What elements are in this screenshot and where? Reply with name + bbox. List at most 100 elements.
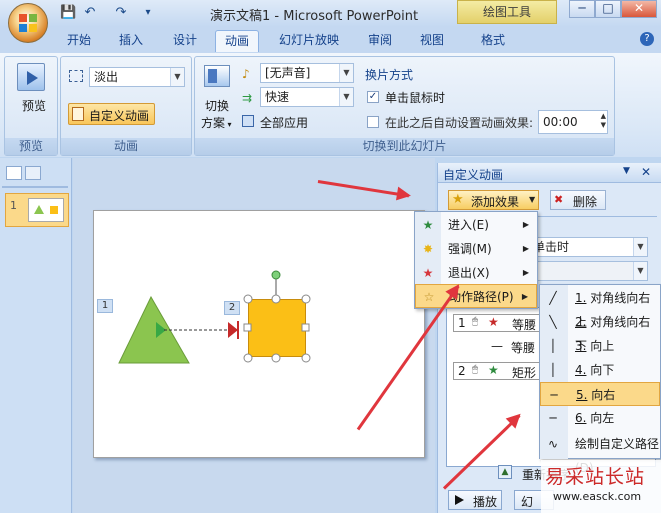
slide-thumbnail[interactable]: 1 [5, 193, 69, 227]
tab-insert[interactable]: 插入 [110, 30, 152, 52]
animation-effect-select[interactable]: 淡出 ▼ [89, 67, 185, 87]
sound-select[interactable]: [无声音] ▼ [260, 63, 354, 83]
auto-advance-checkbox[interactable] [367, 116, 379, 128]
tab-animation[interactable]: 动画 [215, 30, 260, 52]
chevron-down-icon: ▼ [529, 195, 536, 204]
pane-close-icon[interactable]: ✕ [641, 165, 651, 179]
redo-icon[interactable]: ↷ [113, 5, 129, 21]
group-transition: 切换 方案 ▾ ♪ [无声音] ▼ ⇉ 快速 ▼ 全部应用 换片方式 ✓ 单击鼠标时… [194, 56, 615, 156]
preview-button[interactable]: 预览 [22, 97, 46, 114]
motion-path-icon[interactable] [150, 319, 250, 341]
tab-view[interactable]: 视图 [411, 30, 453, 52]
entrance-star-icon: ★ [422, 218, 434, 232]
exit-star-icon: ★ [488, 315, 499, 329]
menu-item-up[interactable]: │ 3. 向上 [540, 334, 660, 358]
menu-item-right[interactable]: ─ 5. 向右 [540, 382, 660, 406]
add-effect-star-icon: ★ [452, 192, 464, 207]
save-icon[interactable]: 💾 [60, 5, 76, 21]
on-click-label: 单击鼠标时 [385, 91, 446, 105]
slide-canvas[interactable]: 1 2 [93, 210, 425, 458]
remove-label: 删除 [573, 195, 598, 209]
menu-item-diag-down-right[interactable]: ╲ 2. 对角线向右下 [540, 310, 660, 353]
tab-format[interactable]: 格式 [472, 30, 514, 52]
transition-scheme-button[interactable]: 方案 ▾ [201, 114, 232, 131]
preview-icon [17, 63, 45, 91]
emphasis-star-icon: ✸ [422, 242, 434, 256]
custom-animation-label: 自定义动画 [89, 109, 150, 123]
pane-title: 自定义动画 [443, 168, 504, 182]
submenu-arrow-icon: ▶ [522, 268, 529, 277]
thumb-triangle-icon [34, 205, 44, 214]
chevron-down-icon: ▼ [633, 238, 647, 256]
pane-menu-icon[interactable]: ▼ [623, 166, 630, 176]
menu-item-down[interactable]: │ 4. 向下 [540, 358, 660, 382]
undo-icon[interactable]: ↶ [82, 5, 98, 21]
selection-handles[interactable] [240, 269, 316, 365]
start-select[interactable]: 单击时 ▼ [528, 237, 648, 257]
diagonal-down-right-icon: ╲ [549, 315, 557, 329]
remove-button[interactable]: ✖ 删除 [550, 190, 606, 210]
submenu-arrow-icon: ▶ [522, 220, 529, 229]
mouse-icon: 🖱 [472, 364, 478, 375]
play-label: 播放 [473, 495, 498, 509]
office-logo-icon [19, 14, 37, 32]
line-right-icon: ─ [550, 388, 558, 402]
auto-advance-label: 在此之后自动设置动画效果: [385, 116, 534, 130]
window-title: 演示文稿1 - Microsoft PowerPoint [210, 9, 419, 24]
watermark: 易采站长站 www.easck.com [541, 460, 661, 513]
transition-scheme-icon [204, 65, 230, 87]
tab-slideshow[interactable]: 幻灯片放映 [270, 30, 348, 52]
menu-item-left[interactable]: ─ 6. 向左 [540, 406, 660, 430]
exit-star-icon: ★ [422, 266, 434, 280]
chevron-down-icon: ▼ [339, 88, 353, 106]
watermark-text: 易采站长站 [545, 466, 646, 488]
speed-icon: ⇉ [242, 91, 253, 105]
menu-item-diag-up-right[interactable]: ╱ 1. 对角线向右上 [540, 286, 660, 329]
list-item[interactable]: 2 🖱 ★ 矩形 [453, 362, 553, 380]
animation-tag-2: 2 [224, 301, 240, 315]
add-effect-button[interactable]: ★ 添加效果 ▼ [448, 190, 539, 210]
group-label-preview: 预览 [5, 138, 57, 155]
group-label-animation: 动画 [61, 138, 191, 155]
menu-item-exit[interactable]: ★ 退出(X) ▶ [415, 261, 537, 285]
help-icon[interactable]: ? [640, 32, 654, 46]
menu-item-motion-path[interactable]: ☆ 动作路径(P) ▶ [415, 284, 537, 308]
line-up-icon: │ [549, 339, 557, 353]
custom-animation-button[interactable]: 自定义动画 [68, 103, 155, 125]
outline-tab-icon[interactable] [25, 166, 41, 180]
close-button[interactable]: ✕ [621, 0, 657, 18]
add-effect-menu: ★ 进入(E) ▶ ✸ 强调(M) ▶ ★ 退出(X) ▶ ☆ 动作路径(P) ▶ [414, 211, 538, 309]
submenu-arrow-icon: ▶ [522, 244, 529, 253]
play-button[interactable]: 播放 [448, 490, 502, 510]
tab-review[interactable]: 审阅 [359, 30, 401, 52]
line-left-icon: ─ [549, 411, 557, 425]
group-animation: 淡出 ▼ 自定义动画 动画 [60, 56, 192, 156]
tab-home[interactable]: 开始 [58, 30, 100, 52]
maximize-button[interactable]: □ [595, 0, 621, 18]
apply-all-button[interactable]: 全部应用 [260, 114, 308, 131]
office-button[interactable] [8, 3, 48, 43]
motion-path-star-icon: ☆ [423, 290, 435, 304]
auto-advance-time-input[interactable]: 00:00 ▲ ▼ [538, 110, 608, 134]
menu-item-entrance[interactable]: ★ 进入(E) ▶ [415, 213, 537, 237]
list-item[interactable]: 1 🖱 ★ 等腰 [453, 314, 553, 332]
group-label-transition: 切换到此幻灯片 [195, 138, 614, 155]
tab-design[interactable]: 设计 [164, 30, 206, 52]
reorder-up-icon[interactable]: ▲ [498, 465, 512, 479]
property-select[interactable]: ▼ [528, 261, 648, 281]
speed-select[interactable]: 快速 ▼ [260, 87, 354, 107]
spinner-icon[interactable]: ▲ ▼ [601, 112, 606, 130]
qat-customize-icon[interactable]: ▾ [140, 5, 156, 21]
apply-all-icon [242, 115, 254, 127]
menu-item-emphasis[interactable]: ✸ 强调(M) ▶ [415, 237, 537, 261]
on-click-checkbox[interactable]: ✓ [367, 91, 379, 103]
submenu-arrow-icon: ▶ [521, 292, 528, 301]
animate-icon [69, 70, 83, 82]
custom-path-icon: ∿ [547, 437, 559, 451]
menu-item-custom-path[interactable]: ∿ 绘制自定义路径(D) [540, 432, 660, 475]
play-icon [455, 495, 464, 505]
motion-path-submenu: ╱ 1. 对角线向右上 ╲ 2. 对角线向右下 │ 3. 向上 │ 4. 向下 … [539, 284, 661, 475]
list-item[interactable]: — 等腰 [453, 338, 553, 356]
minimize-button[interactable]: ─ [569, 0, 595, 18]
slides-tab-icon[interactable] [6, 166, 22, 180]
